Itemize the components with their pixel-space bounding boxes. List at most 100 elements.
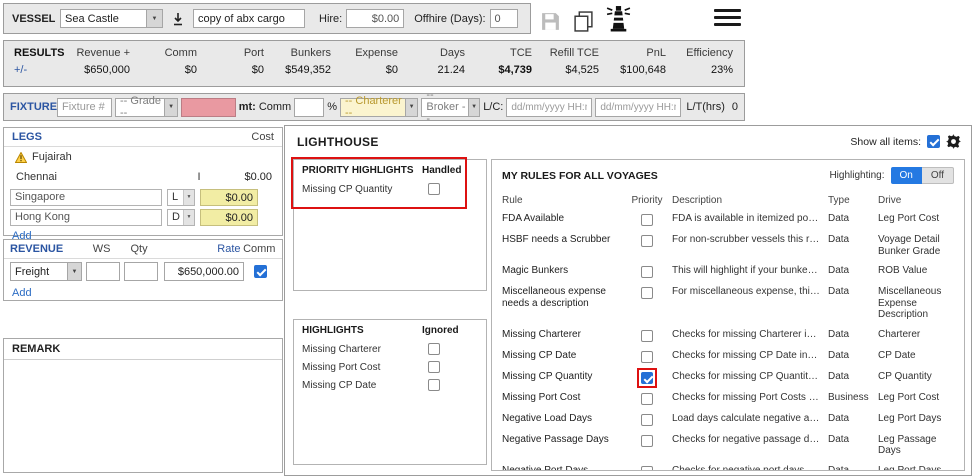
handled-checkbox[interactable]: [428, 183, 440, 195]
rule-description: Checks for negative passage days...: [672, 434, 824, 446]
cp-quantity-input[interactable]: [181, 98, 236, 117]
mt-label: mt:: [239, 101, 256, 113]
vessel-dropdown-button[interactable]: ▼: [146, 9, 163, 28]
settings-gear-icon[interactable]: [946, 134, 961, 149]
rule-name: Miscellaneous expense needs a descriptio…: [502, 286, 622, 309]
rule-name: Magic Bunkers: [502, 265, 622, 277]
leg-type-select[interactable]: L▼: [167, 189, 195, 206]
results-panel: RESULTS +/- Revenue + $650,000 Comm $0 P…: [3, 40, 745, 87]
priority-checkbox[interactable]: [641, 466, 653, 472]
ignored-checkbox[interactable]: [428, 361, 440, 373]
revenue-comm-checkbox[interactable]: [254, 265, 267, 278]
highlight-name: Missing CP Date: [302, 380, 422, 391]
priority-checkbox[interactable]: [641, 235, 653, 247]
priority-checkbox[interactable]: [641, 414, 653, 426]
offhire-days-label: Offhire (Days):: [414, 13, 485, 25]
ws-input[interactable]: [86, 262, 120, 281]
hamburger-icon: [714, 9, 741, 12]
broker-select[interactable]: -- Broker --▼: [421, 98, 480, 117]
highlight-name: Missing Charterer: [302, 344, 422, 355]
revenue-header: REVENUE WS Qty Rate Comm: [4, 240, 282, 259]
rate-column-header[interactable]: Rate: [162, 243, 241, 255]
laytime-label: L/T(hrs): [686, 101, 725, 113]
highlight-row: Missing Charterer: [294, 340, 486, 358]
priority-highlights-panel: PRIORITY HIGHLIGHTS Handled Missing CP Q…: [293, 159, 487, 291]
rule-row: Missing Port Cost Checks for missing Por…: [492, 388, 964, 409]
priority-checkbox[interactable]: [641, 330, 653, 342]
legs-panel: LEGS Cost Fujairah Chennai I $0.00 L▼ $0…: [3, 127, 283, 236]
lighthouse-button[interactable]: [606, 5, 631, 32]
rule-row: Negative Port Days Checks for negative p…: [492, 461, 964, 472]
priority-checkbox[interactable]: [641, 266, 653, 278]
rule-drive: Charterer: [878, 329, 954, 341]
rule-row: Missing CP Quantity Checks for missing C…: [492, 367, 964, 388]
ignored-checkbox[interactable]: [428, 379, 440, 391]
highlighting-off-button[interactable]: Off: [922, 167, 954, 184]
result-header: Expense: [338, 47, 398, 59]
result-column: Revenue + $650,000: [70, 47, 137, 86]
ignored-checkbox[interactable]: [428, 343, 440, 355]
highlights-title: HIGHLIGHTS: [302, 325, 422, 336]
ws-column-header: WS: [85, 243, 118, 255]
comm-percent-input[interactable]: [294, 98, 324, 117]
result-column: Bunkers $549,352: [271, 47, 338, 86]
leg-type-indicator: I: [185, 171, 213, 183]
priority-checkbox[interactable]: [641, 287, 653, 299]
rule-drive: Leg Port Days: [878, 465, 954, 472]
results-label-cell: RESULTS +/-: [8, 47, 70, 86]
priority-checkbox[interactable]: [641, 372, 653, 384]
rule-priority-cell: [626, 213, 668, 226]
result-value: $4,739: [472, 64, 532, 76]
grade-select[interactable]: -- Grade --▼: [115, 98, 178, 117]
menu-button[interactable]: [714, 9, 741, 26]
charterer-select-value: -- Charterer --: [345, 95, 405, 119]
ignored-column-header: Ignored: [422, 325, 478, 336]
vessel-bar: VESSEL ▼ Hire: Offhire (Days):: [3, 3, 531, 34]
leg-cost-field[interactable]: $0.00: [200, 189, 258, 206]
highlighting-on-button[interactable]: On: [891, 167, 922, 184]
laycan-from-input[interactable]: [506, 98, 592, 117]
hire-input[interactable]: [346, 9, 404, 28]
lighthouse-panel: LIGHTHOUSE Show all items: PRIORITY HIGH…: [284, 125, 972, 476]
vessel-input[interactable]: [60, 9, 146, 28]
cargo-name-input[interactable]: [193, 9, 305, 28]
priority-checkbox[interactable]: [641, 435, 653, 447]
leg-port-input[interactable]: [10, 189, 162, 206]
fixture-number-input[interactable]: [57, 98, 112, 117]
show-all-items-checkbox[interactable]: [927, 135, 940, 148]
rate-input[interactable]: [164, 262, 244, 281]
priority-checkbox-annotation: [641, 266, 653, 278]
result-header: Days: [405, 47, 465, 59]
save-button[interactable]: [540, 11, 561, 32]
fixture-panel: FIXTURE -- Grade --▼ mt: Comm % -- Chart…: [3, 93, 745, 121]
result-value: $0: [137, 64, 197, 76]
leg-type-select[interactable]: D▼: [167, 209, 195, 226]
priority-checkbox[interactable]: [641, 214, 653, 226]
percent-label: %: [327, 101, 337, 113]
toolbar: [540, 5, 631, 32]
priority-checkbox[interactable]: [641, 351, 653, 363]
priority-checkbox[interactable]: [641, 393, 653, 405]
revenue-type-select[interactable]: Freight▼: [10, 262, 82, 281]
chevron-down-icon: ▼: [67, 263, 81, 280]
leg-cost-field[interactable]: $0.00: [200, 209, 258, 226]
rule-priority-cell: [626, 329, 668, 342]
add-revenue-link[interactable]: Add: [4, 284, 40, 302]
remark-textarea[interactable]: [4, 360, 282, 470]
result-header: Comm: [137, 47, 197, 59]
laycan-to-input[interactable]: [595, 98, 681, 117]
result-header: Revenue +: [70, 47, 130, 59]
grade-select-value: -- Grade --: [120, 95, 164, 119]
qty-input[interactable]: [124, 262, 158, 281]
results-sign-toggle[interactable]: +/-: [14, 64, 70, 76]
rules-panel: MY RULES FOR ALL VOYAGES Highlighting: O…: [491, 159, 965, 471]
vessel-combobox[interactable]: ▼: [60, 9, 163, 28]
rule-description: For miscellaneous expense, this r...: [672, 286, 824, 298]
leg-port-input[interactable]: [10, 209, 162, 226]
copy-voyage-button[interactable]: [574, 11, 593, 32]
download-button[interactable]: [168, 9, 188, 29]
result-value: $100,648: [606, 64, 666, 76]
offhire-days-input[interactable]: [490, 9, 518, 28]
charterer-select[interactable]: -- Charterer --▼: [340, 98, 418, 117]
result-value: $0: [338, 64, 398, 76]
